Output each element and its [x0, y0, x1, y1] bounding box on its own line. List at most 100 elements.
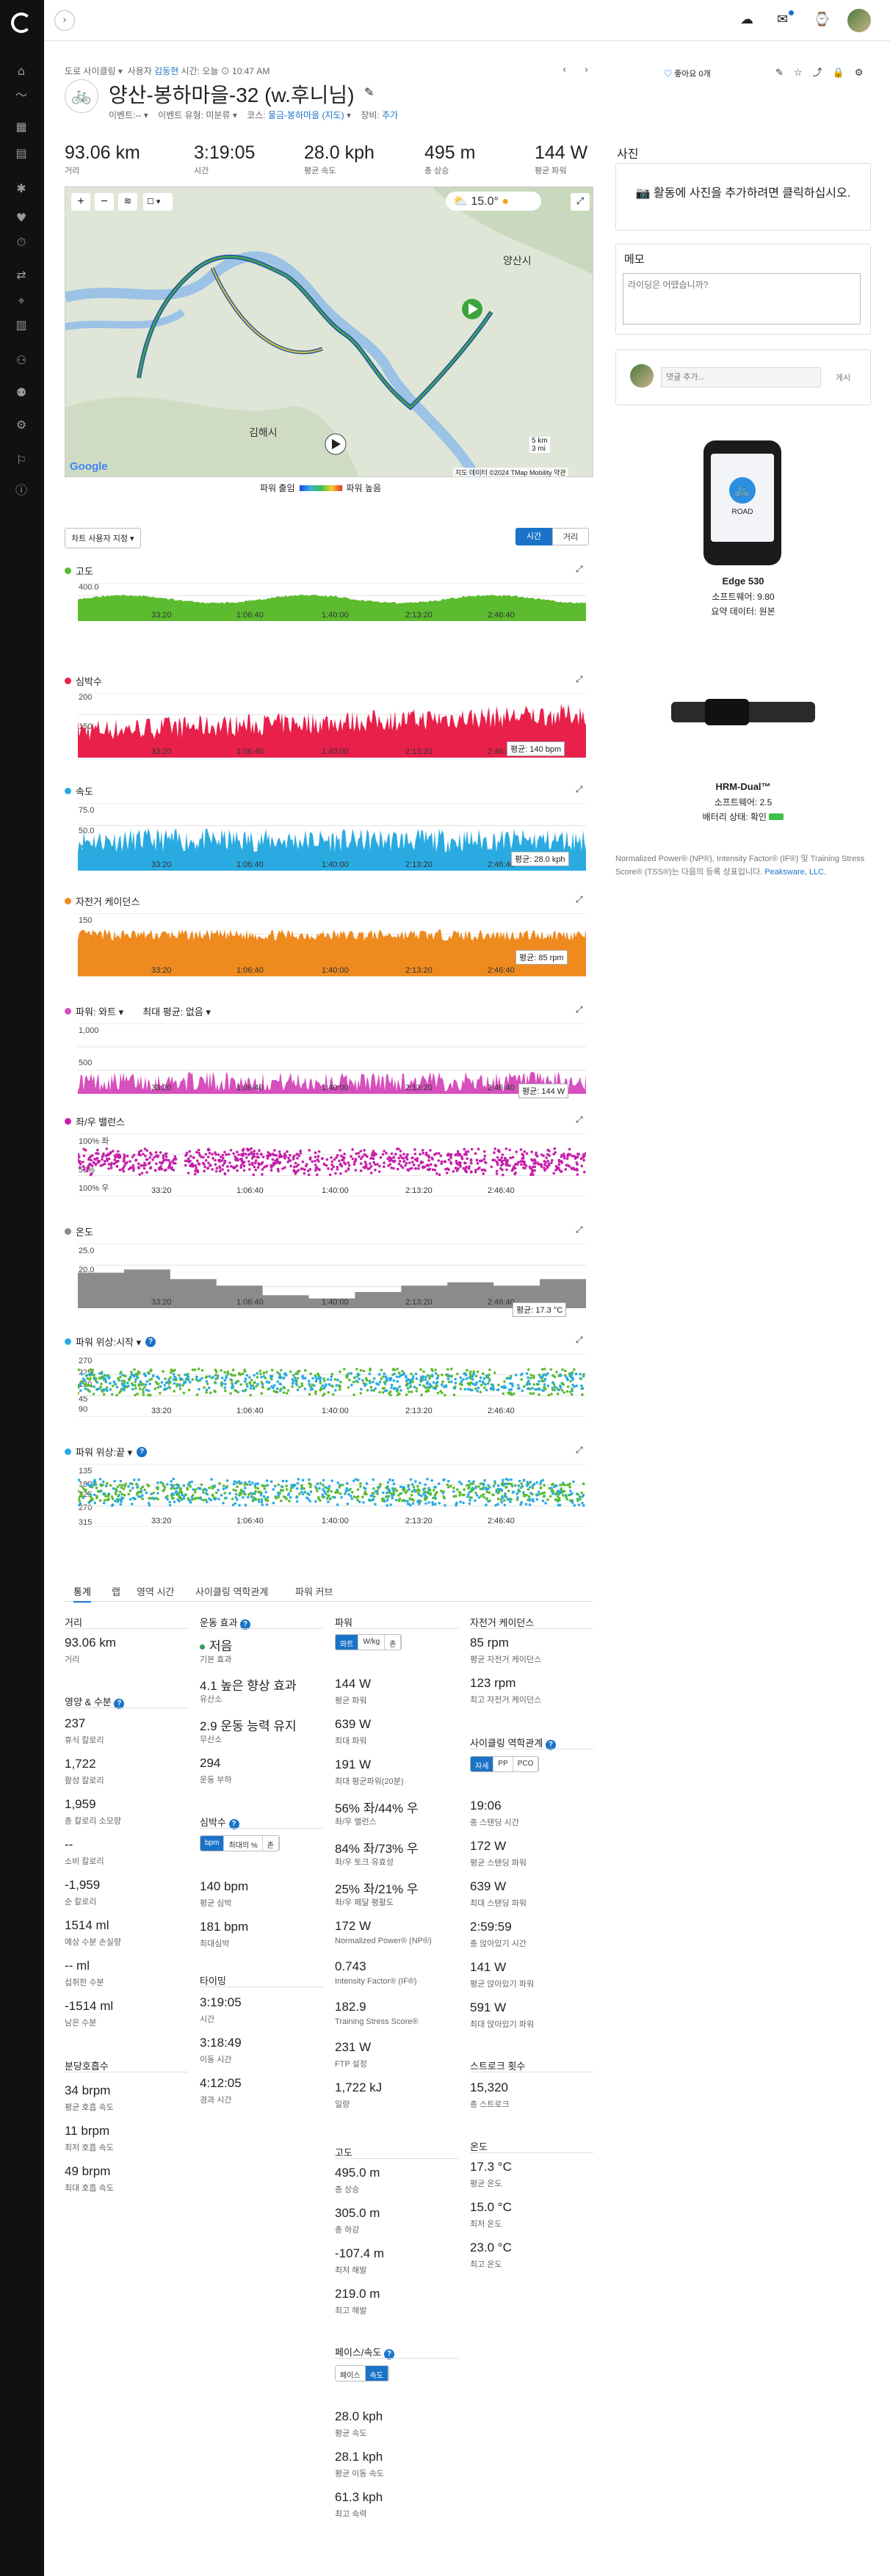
- map-zoom-in-button[interactable]: +: [71, 193, 90, 211]
- comment-input[interactable]: [661, 367, 821, 388]
- time-toggle-button[interactable]: 시간: [515, 528, 552, 545]
- tab-4[interactable]: 파워 커브: [295, 1584, 333, 1598]
- next-activity-icon[interactable]: ›: [585, 65, 588, 76]
- tab-0[interactable]: 통계: [73, 1584, 91, 1603]
- comment-post-button[interactable]: 게시: [836, 371, 850, 383]
- training-icon[interactable]: ⏱: [10, 233, 32, 251]
- segment-option[interactable]: PP: [493, 1757, 513, 1771]
- series-point: [314, 1164, 317, 1167]
- series-point: [385, 1376, 388, 1379]
- series-point: [208, 1375, 211, 1378]
- chart-title-text[interactable]: 파워: 와트 ▾: [76, 1004, 123, 1018]
- map-zoom-out-button[interactable]: −: [95, 193, 114, 211]
- segment-option[interactable]: 존: [385, 1635, 402, 1650]
- expand-chart-icon[interactable]: ⤢: [576, 1004, 583, 1015]
- map-checkbox[interactable]: ☐ ▾: [143, 193, 173, 211]
- user-link[interactable]: 김동현: [154, 66, 178, 76]
- series-point: [431, 1501, 434, 1504]
- add-photo-box[interactable]: 📷 활동에 사진을 추가하려면 클릭하십시오.: [615, 163, 871, 231]
- series-point: [338, 1385, 341, 1388]
- segment-option[interactable]: PCO: [513, 1757, 539, 1771]
- gear-add-link[interactable]: 추가: [382, 110, 398, 120]
- series-point: [334, 1389, 337, 1392]
- expand-chart-icon[interactable]: ⤢: [576, 1445, 583, 1456]
- event-select[interactable]: 이벤트:--: [109, 110, 141, 120]
- inbox-icon[interactable]: ✉: [777, 12, 788, 27]
- course-link[interactable]: 물금-봉하마을 (지도): [268, 110, 344, 120]
- help-icon[interactable]: ?: [145, 1336, 156, 1347]
- series-point: [516, 1496, 519, 1499]
- settings-icon[interactable]: ⚙: [855, 68, 874, 79]
- event-type-select[interactable]: 이벤트 유형: 미분류: [158, 110, 230, 120]
- activity-icon[interactable]: ✱: [10, 179, 32, 197]
- distance-toggle-button[interactable]: 거리: [552, 528, 589, 545]
- tab-1[interactable]: 랩: [112, 1584, 120, 1598]
- series-point: [566, 1153, 569, 1157]
- map[interactable]: + − ≋ ☐ ▾ ⛅ 15.0° ● ⤢ 양산시 김해시 5 km 3 mi G…: [65, 186, 593, 477]
- series-point: [266, 1380, 269, 1383]
- expand-chart-icon[interactable]: ⤢: [576, 784, 583, 795]
- stroke-heading: 스트로크 횟수: [470, 2058, 525, 2072]
- help-icon[interactable]: ?: [137, 1446, 148, 1457]
- health-icon[interactable]: ♥: [10, 208, 32, 226]
- notes-input[interactable]: [623, 273, 861, 324]
- location-icon[interactable]: ⌖: [10, 292, 32, 310]
- calendar-icon[interactable]: ▦: [10, 117, 32, 135]
- segment-option[interactable]: 속도: [365, 2366, 389, 2381]
- upload-cloud-icon[interactable]: ☁: [740, 12, 753, 27]
- share-icon[interactable]: ⤴: [813, 68, 833, 79]
- expand-chart-icon[interactable]: ⤢: [576, 894, 583, 905]
- tab-3[interactable]: 사이클링 역학관계: [195, 1584, 268, 1598]
- series-point: [294, 1161, 297, 1165]
- groups-icon[interactable]: ⚉: [10, 383, 32, 401]
- page-title[interactable]: 양산-봉하마을-32 (w.후니님): [109, 79, 355, 109]
- peaksware-link[interactable]: Peaksware, LLC.: [764, 868, 826, 877]
- expand-sidebar-button[interactable]: ›: [54, 10, 75, 31]
- watch-icon[interactable]: ⌚: [814, 12, 830, 27]
- series-point: [123, 1153, 126, 1156]
- report-icon[interactable]: ▤: [10, 144, 32, 162]
- edit-title-icon[interactable]: ✎: [364, 85, 374, 99]
- lock-icon[interactable]: 🔒: [833, 68, 855, 79]
- segment-option[interactable]: 자세: [471, 1757, 494, 1771]
- series-point: [490, 1165, 493, 1169]
- avatar[interactable]: [847, 9, 871, 32]
- edit-icon[interactable]: ✎: [775, 68, 794, 79]
- gear-icon[interactable]: ⚙: [10, 416, 32, 433]
- expand-chart-icon[interactable]: ⤢: [576, 674, 583, 685]
- expand-chart-icon[interactable]: ⤢: [576, 564, 583, 575]
- home-icon[interactable]: ⌂: [10, 62, 32, 79]
- tab-2[interactable]: 영역 시간: [137, 1584, 174, 1598]
- chart-custom-button[interactable]: 차트 사용자 지정 ▾: [65, 528, 141, 548]
- course-icon[interactable]: ⇄: [10, 266, 32, 283]
- trend-icon[interactable]: 〜: [10, 85, 32, 103]
- series-point: [413, 1148, 416, 1151]
- segment-option[interactable]: 와트: [336, 1635, 359, 1650]
- expand-chart-icon[interactable]: ⤢: [576, 1335, 583, 1346]
- map-fullscreen-icon[interactable]: ⤢: [571, 193, 590, 211]
- segment-option[interactable]: 페이스: [336, 2366, 366, 2381]
- goals-icon[interactable]: ⚐: [10, 451, 32, 468]
- insights-icon[interactable]: ⓘ: [10, 480, 32, 498]
- segment-option[interactable]: W/kg: [358, 1635, 386, 1650]
- series-point: [328, 1494, 330, 1498]
- connections-icon[interactable]: ⚇: [10, 351, 32, 369]
- chart-title-text[interactable]: 파워 위상:시작 ▾: [76, 1335, 141, 1349]
- series-point: [483, 1386, 486, 1390]
- map-attribution[interactable]: 지도 데이터 ©2024 TMap Mobility 약관: [453, 468, 568, 476]
- segment-option[interactable]: 존: [262, 1836, 279, 1851]
- map-layers-icon[interactable]: ≋: [118, 193, 137, 211]
- expand-chart-icon[interactable]: ⤢: [576, 1114, 583, 1125]
- expand-chart-icon[interactable]: ⤢: [576, 1224, 583, 1236]
- segment-option[interactable]: bpm: [200, 1836, 225, 1851]
- activity-type[interactable]: 도로 사이클링: [65, 66, 116, 76]
- chart-title-text[interactable]: 파워 위상:끝 ▾: [76, 1445, 132, 1459]
- max-avg-select[interactable]: 최대 평균: 없음 ▾: [142, 1004, 211, 1018]
- prev-activity-icon[interactable]: ‹: [562, 65, 566, 76]
- like-button[interactable]: ♡ 좋아요 0개: [664, 68, 711, 79]
- stats-icon[interactable]: ▥: [10, 316, 32, 333]
- series-point: [358, 1155, 361, 1158]
- garmin-logo-icon[interactable]: [11, 12, 32, 33]
- star-icon[interactable]: ☆: [794, 68, 813, 79]
- segment-option[interactable]: 최대의 %: [224, 1836, 263, 1851]
